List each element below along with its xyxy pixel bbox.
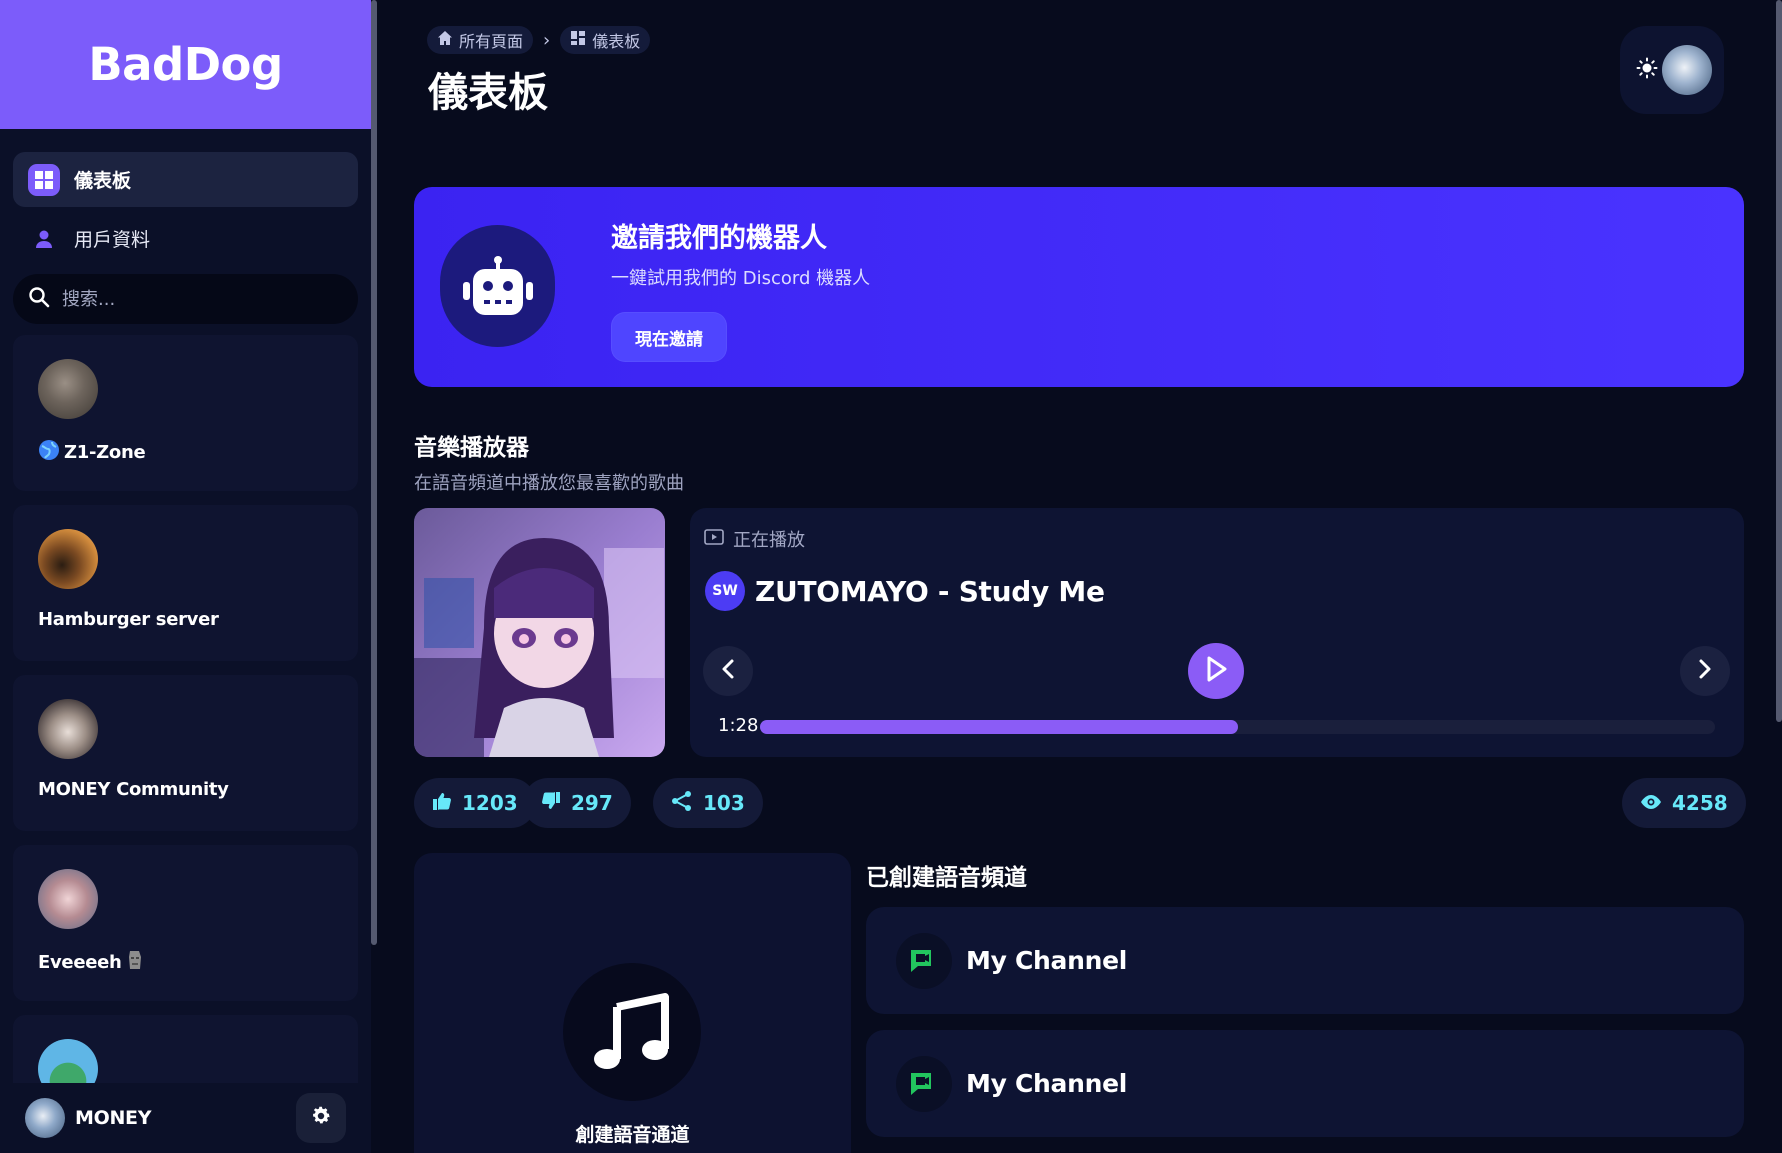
search-icon	[28, 286, 50, 312]
home-icon	[437, 30, 453, 50]
progress-bar[interactable]	[760, 720, 1715, 734]
sidebar-item-profile[interactable]: 用戶資料	[13, 211, 358, 266]
search-input[interactable]	[62, 288, 312, 310]
invite-banner: 邀請我們的機器人 一鍵試用我們的 Discord 機器人 現在邀請	[414, 187, 1744, 387]
eye-icon	[1640, 791, 1662, 815]
share-count: 103	[703, 791, 745, 815]
server-name: Eveeeeh	[38, 949, 358, 976]
share-icon	[671, 790, 693, 817]
breadcrumb-dashboard[interactable]: 儀表板	[560, 26, 651, 54]
dislike-button[interactable]: 297	[523, 778, 631, 828]
voice-channel-item[interactable]: My Channel	[866, 907, 1744, 1014]
song-info: SW ZUTOMAYO - Study Me	[705, 571, 1105, 611]
user-icon	[28, 223, 60, 255]
robot-icon	[440, 225, 555, 347]
current-time: 1:28	[718, 715, 759, 736]
music-section-subtitle: 在語音頻道中播放您最喜歡的歌曲	[414, 473, 684, 494]
sidebar-item-label: 儀表板	[74, 170, 132, 192]
brand-logo-text: BadDog	[88, 38, 283, 91]
settings-button[interactable]	[296, 1093, 346, 1143]
dislike-count: 297	[571, 791, 613, 815]
brand-header[interactable]: BadDog	[0, 0, 371, 129]
sidebar: BadDog 儀表板 用戶資料 搜索... Z1-Zone Hamburger …	[0, 0, 371, 1153]
play-video-icon	[704, 528, 724, 551]
server-card-eveeeeh[interactable]: Eveeeeh	[13, 845, 358, 1001]
thumbs-up-icon	[432, 791, 452, 816]
footer-username: MONEY	[75, 1107, 152, 1129]
thumbs-down-icon	[541, 791, 561, 816]
dashboard-icon	[570, 30, 586, 50]
views-counter: 4258	[1622, 778, 1746, 828]
source-badge: SW	[705, 571, 745, 611]
server-name: MONEY Community	[38, 779, 358, 800]
voice-channel-item[interactable]: My Channel	[866, 1030, 1744, 1137]
chevron-left-icon	[720, 658, 736, 684]
breadcrumb: 所有頁面 › 儀表板	[427, 26, 651, 54]
breadcrumb-all-pages[interactable]: 所有頁面	[427, 26, 534, 54]
chevron-right-icon: ›	[543, 29, 551, 51]
server-name-text: MONEY Community	[38, 779, 229, 800]
play-icon	[1203, 655, 1229, 687]
sidebar-item-label: 用戶資料	[74, 229, 151, 251]
avatar[interactable]	[25, 1098, 65, 1138]
created-channels-title: 已創建語音頻道	[866, 865, 1027, 891]
channel-name: My Channel	[966, 946, 1128, 975]
channel-name: My Channel	[966, 1069, 1128, 1098]
create-voice-channel-card[interactable]: 創建語音通道	[414, 853, 851, 1153]
like-count: 1203	[462, 791, 518, 815]
server-name: Z1-Zone	[38, 439, 358, 466]
page-title: 儀表板	[428, 70, 548, 116]
sidebar-item-dashboard[interactable]: 儀表板	[13, 152, 358, 207]
next-button[interactable]	[1680, 646, 1730, 696]
share-button[interactable]: 103	[653, 778, 763, 828]
dashboard-icon	[28, 163, 60, 196]
sun-icon[interactable]	[1636, 57, 1658, 83]
gear-icon	[310, 1105, 332, 1131]
invite-now-button[interactable]: 現在邀請	[611, 312, 727, 362]
breadcrumb-label: 所有頁面	[459, 32, 524, 51]
server-card-hamburger[interactable]: Hamburger server	[13, 505, 358, 661]
music-player: 正在播放 SW ZUTOMAYO - Study Me 1:28	[690, 508, 1744, 757]
video-chat-icon	[896, 932, 952, 989]
song-title: ZUTOMAYO - Study Me	[755, 574, 1105, 608]
server-avatar	[38, 529, 98, 589]
chevron-right-icon	[1697, 658, 1713, 684]
user-footer: MONEY	[13, 1083, 358, 1153]
music-note-icon	[563, 963, 701, 1101]
server-name-text: Hamburger server	[38, 609, 219, 630]
breadcrumb-label: 儀表板	[592, 32, 641, 51]
server-name: Hamburger server	[38, 609, 358, 630]
progress-fill	[760, 720, 1238, 734]
avatar[interactable]	[1662, 45, 1712, 95]
top-right-controls	[1620, 26, 1724, 114]
server-list: Z1-Zone Hamburger server MONEY Community…	[0, 324, 371, 1153]
like-button[interactable]: 1203	[414, 778, 536, 828]
music-section-title: 音樂播放器	[414, 435, 529, 461]
sidebar-nav: 儀表板 用戶資料	[0, 129, 371, 324]
create-voice-channel-label: 創建語音通道	[575, 1124, 690, 1146]
main-scrollbar[interactable]	[1776, 0, 1782, 722]
server-name-text: Eveeeeh	[38, 952, 122, 973]
play-button[interactable]	[1188, 643, 1244, 699]
server-name-text: Z1-Zone	[64, 442, 146, 463]
now-playing-label: 正在播放	[704, 526, 805, 552]
server-card-money-community[interactable]: MONEY Community	[13, 675, 358, 831]
search-bar	[13, 274, 358, 324]
server-avatar	[38, 699, 98, 759]
server-avatar	[38, 869, 98, 929]
server-card-z1-zone[interactable]: Z1-Zone	[13, 335, 358, 491]
globe-icon	[38, 439, 60, 466]
video-chat-icon	[896, 1055, 952, 1112]
moai-emoji-icon	[126, 949, 144, 976]
main-content: 所有頁面 › 儀表板 儀表板 邀請我們的機器人 一鍵試用我們的 Discord …	[377, 0, 1782, 1153]
server-avatar	[38, 359, 98, 419]
album-cover	[414, 508, 665, 757]
invite-subtitle: 一鍵試用我們的 Discord 機器人	[611, 268, 871, 289]
previous-button[interactable]	[703, 646, 753, 696]
now-playing-text: 正在播放	[733, 530, 805, 551]
views-count: 4258	[1672, 791, 1728, 815]
invite-title: 邀請我們的機器人	[611, 223, 827, 254]
